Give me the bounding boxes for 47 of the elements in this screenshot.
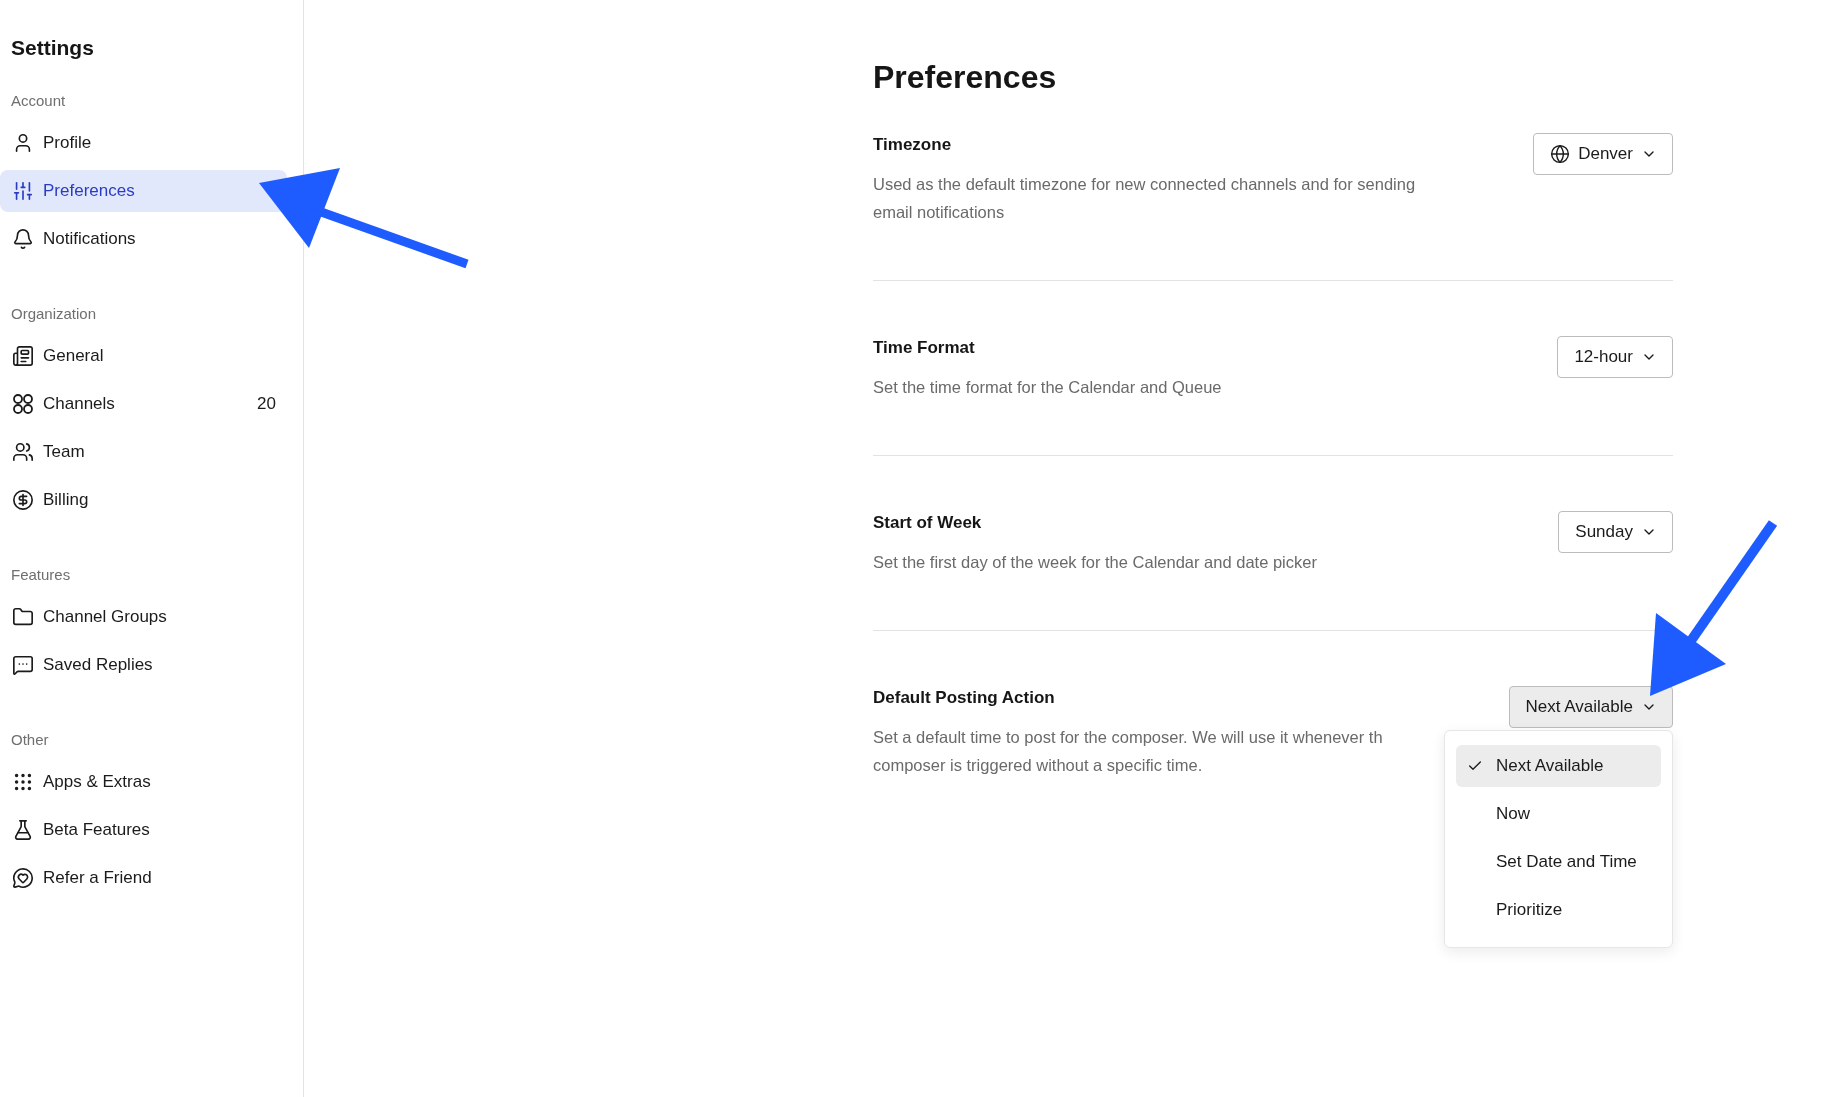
dots-grid-icon <box>12 771 34 793</box>
section-heading: Features <box>11 565 72 585</box>
sidebar-item[interactable]: Billing <box>0 479 287 521</box>
sidebar-item[interactable]: Apps & Extras <box>0 761 287 803</box>
dropdown-button[interactable]: Denver <box>1533 133 1673 175</box>
menu-item[interactable]: Prioritize <box>1456 889 1661 931</box>
setting-description: Set a default time to post for the composer. We will use it whenever th composer is triggered without a specific time. <box>873 727 1383 776</box>
dropdown-button[interactable]: Next Available <box>1508 686 1673 728</box>
page-title: Preferences <box>873 58 1058 97</box>
newspaper-icon <box>12 345 34 367</box>
globe-icon <box>1550 144 1571 164</box>
sliders-icon <box>12 180 34 202</box>
setting-label: Time Format <box>873 337 976 359</box>
setting-label: Default Posting Action <box>873 687 1056 709</box>
menu-item[interactable]: Set Date and Time <box>1456 841 1661 883</box>
item-count: 20 <box>257 394 276 414</box>
sidebar-item[interactable]: Team <box>0 431 287 473</box>
dollar-circle-icon <box>12 489 34 511</box>
bell-icon <box>12 228 34 250</box>
menu-item[interactable]: Next Available <box>1456 745 1661 787</box>
sidebar-item[interactable]: Preferences <box>0 170 287 212</box>
section-heading: Organization <box>11 304 98 324</box>
sidebar-item[interactable]: Channel Groups <box>0 596 287 638</box>
sidebar-item[interactable]: Refer a Friend <box>0 857 287 899</box>
sidebar-item[interactable]: General <box>0 335 287 377</box>
section-heading: Account <box>11 91 67 111</box>
message-dots-icon <box>12 654 34 676</box>
flask-icon <box>12 819 34 841</box>
dropdown-button[interactable]: 12-hour <box>1557 336 1673 378</box>
sidebar-item[interactable]: Profile <box>0 122 287 164</box>
setting-label: Timezone <box>873 134 953 156</box>
dropdown-button[interactable]: Sunday <box>1558 511 1673 553</box>
four-circles-icon <box>12 393 34 415</box>
sidebar-item[interactable]: Channels 20 <box>0 383 287 425</box>
setting-description: Used as the default timezone for new connected channels and for sending email notifications <box>873 174 1416 223</box>
heart-chat-icon <box>12 867 34 889</box>
sidebar-item[interactable]: Beta Features <box>0 809 287 851</box>
users-icon <box>12 441 34 463</box>
sidebar-item[interactable]: Saved Replies <box>0 644 287 686</box>
sidebar-title: Settings <box>11 35 95 61</box>
section-heading: Other <box>11 730 50 750</box>
setting-description: Set the time format for the Calendar and Queue <box>873 377 1222 398</box>
sidebar-item[interactable]: Notifications <box>0 218 287 260</box>
folder-icon <box>12 606 34 628</box>
setting-description: Set the first day of the week for the Calendar and date picker <box>873 552 1317 573</box>
menu-item[interactable]: Now <box>1456 793 1661 835</box>
setting-label: Start of Week <box>873 512 983 534</box>
